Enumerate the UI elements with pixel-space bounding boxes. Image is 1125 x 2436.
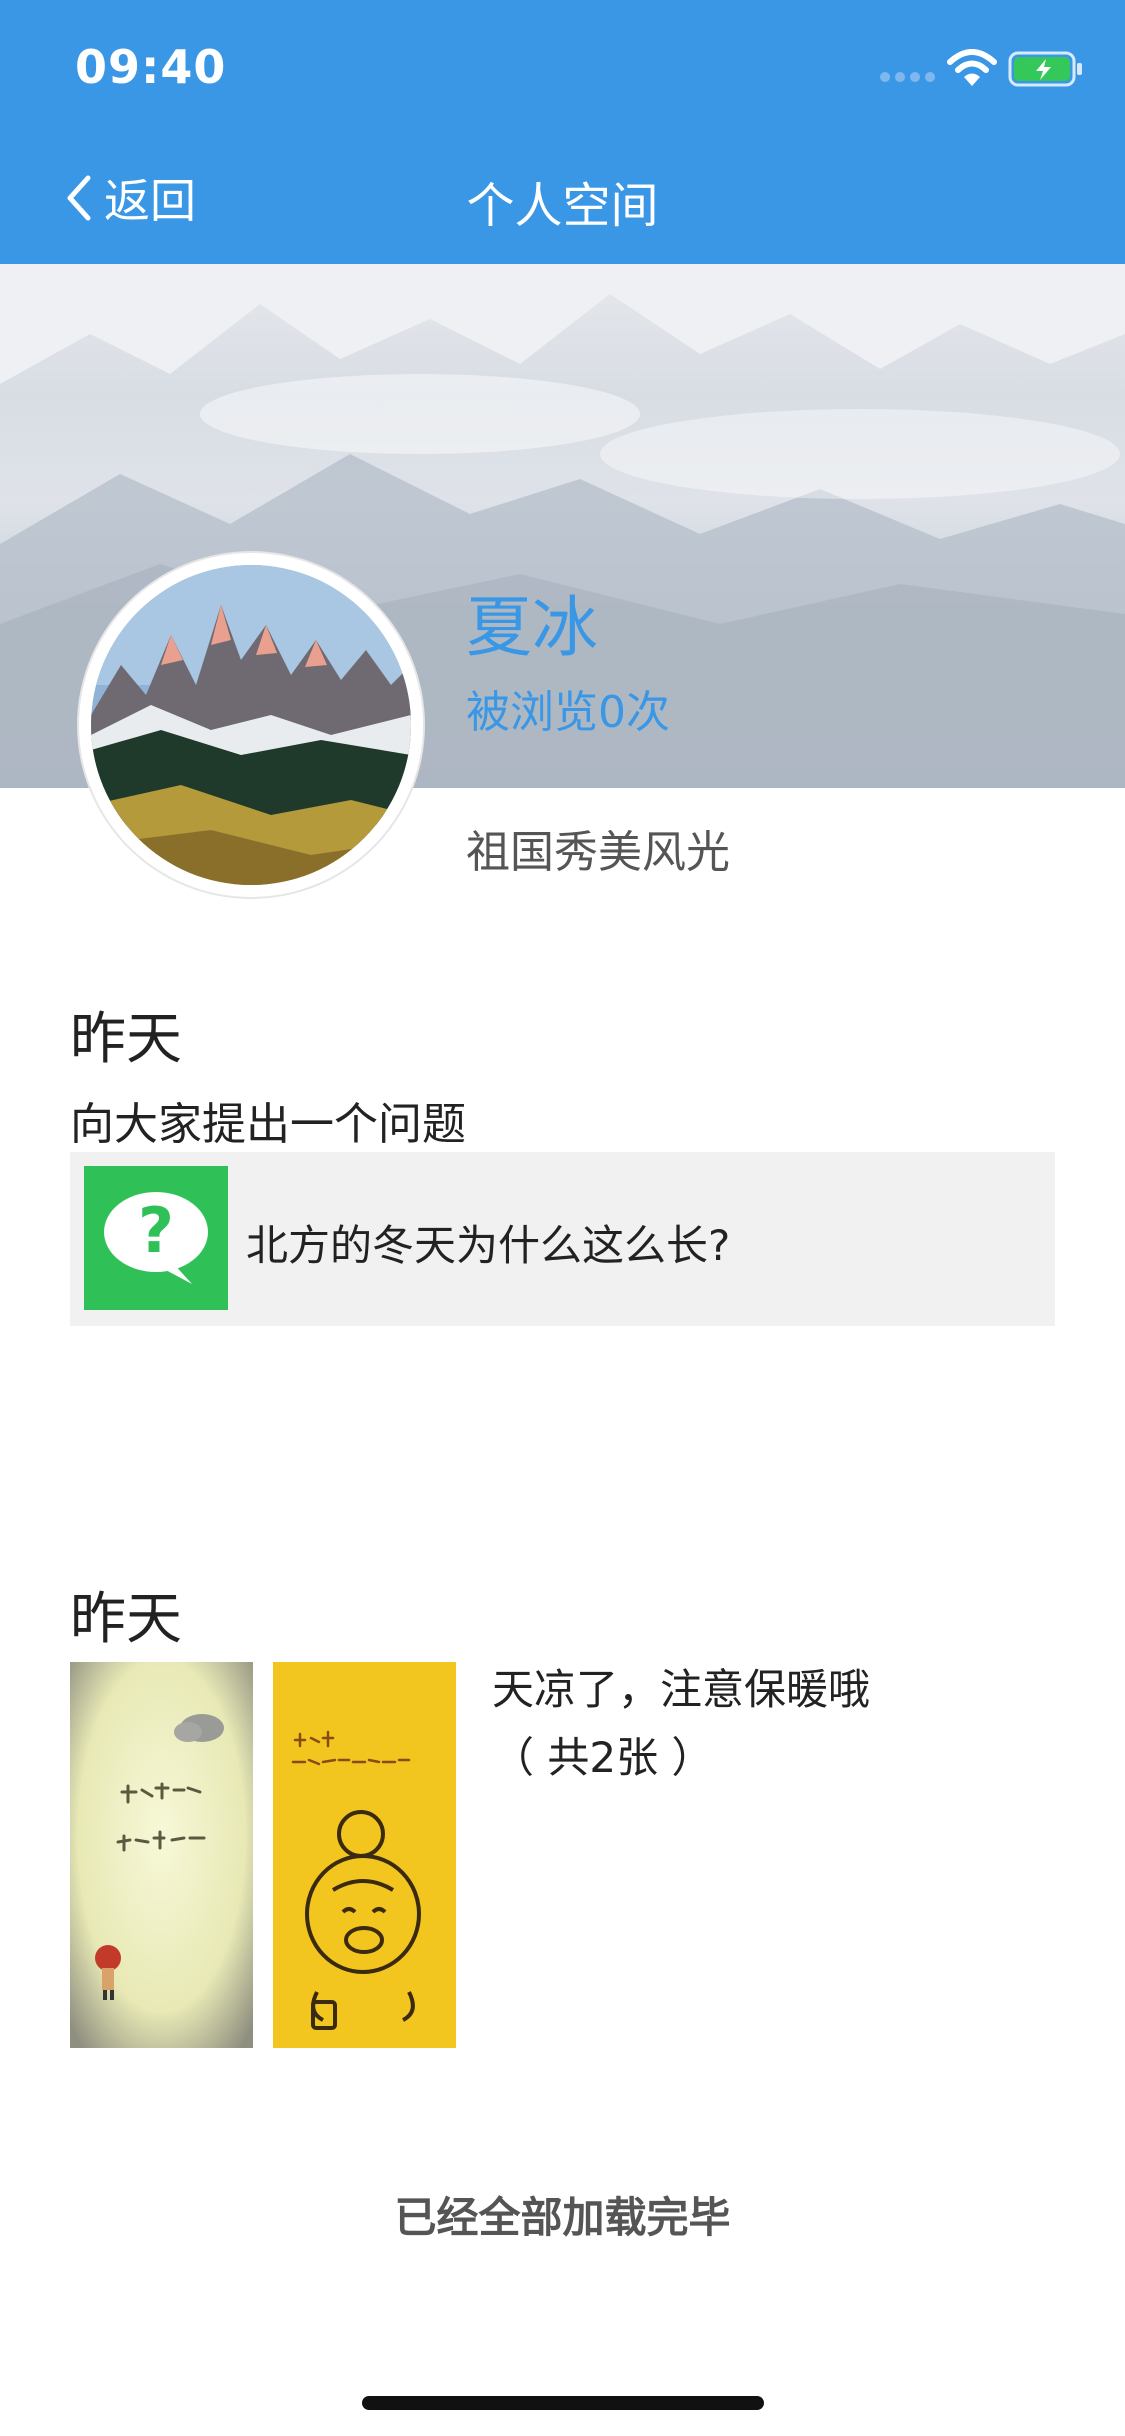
page-title: 个人空间 bbox=[466, 178, 659, 234]
photo-image bbox=[70, 1662, 253, 2048]
home-indicator[interactable] bbox=[362, 2396, 764, 2410]
profile-signature: 祖国秀美风光 bbox=[466, 827, 730, 878]
photo-count: （ 共2张 ） bbox=[492, 1733, 714, 1782]
photo-post-text: 天凉了，注意保暖哦 （ 共2张 ） bbox=[492, 1656, 870, 1792]
cellular-dots-icon bbox=[880, 72, 935, 82]
svg-text:?: ? bbox=[138, 1194, 174, 1267]
post-date: 昨天 bbox=[70, 1007, 182, 1072]
question-text: 北方的冬天为什么这么长? bbox=[246, 1221, 731, 1270]
photo-thumbnail[interactable] bbox=[273, 1662, 456, 2048]
personal-space-screen: 09:40 返回 个人空间 夏冰 被浏览0次 祖国秀美风光 昨天 向大家提出一个… bbox=[0, 0, 1125, 2436]
navigation-bar: 09:40 返回 个人空间 bbox=[0, 0, 1125, 264]
photo-thumbnail[interactable] bbox=[70, 1662, 253, 2048]
wifi-icon bbox=[947, 49, 997, 86]
load-complete-text: 已经全部加载完毕 bbox=[394, 2193, 731, 2242]
question-bubble-icon: ? bbox=[84, 1166, 228, 1310]
photo-image bbox=[273, 1662, 456, 2048]
avatar[interactable] bbox=[79, 553, 423, 897]
post-date: 昨天 bbox=[70, 1587, 182, 1652]
post-caption: 向大家提出一个问题 bbox=[70, 1099, 466, 1150]
photo-post-title: 天凉了，注意保暖哦 bbox=[492, 1665, 871, 1714]
view-count: 被浏览0次 bbox=[466, 687, 670, 738]
status-time: 09:40 bbox=[75, 40, 227, 94]
user-name: 夏冰 bbox=[466, 589, 598, 666]
battery-charging-icon bbox=[1008, 51, 1082, 87]
avatar-image bbox=[91, 565, 411, 885]
question-card[interactable]: ? 北方的冬天为什么这么长? bbox=[70, 1152, 1055, 1326]
